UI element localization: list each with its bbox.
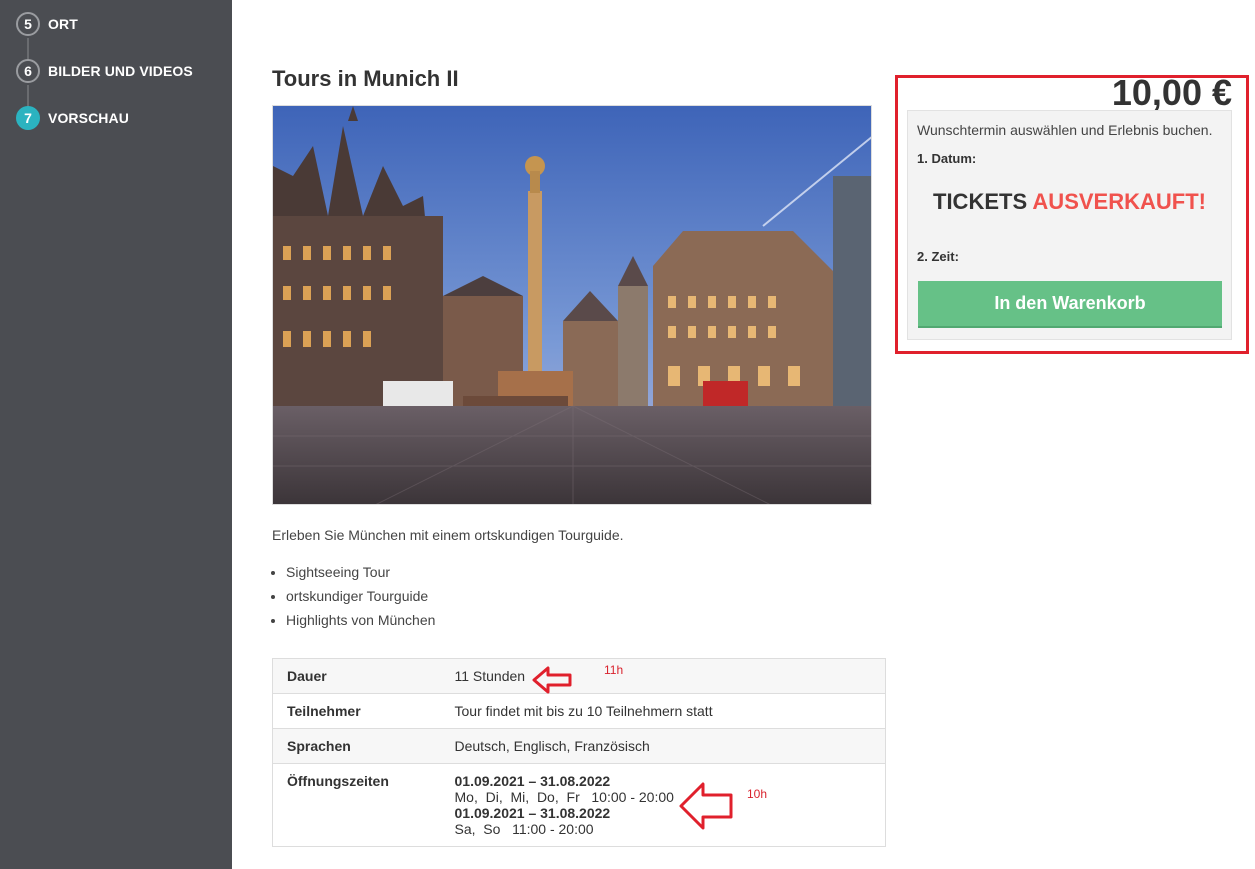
hours-days: Mo, Di, Mi, Do, Fr 10:00 - 20:00 [454,789,674,805]
list-item: ortskundiger Tourguide [286,587,435,611]
opening-hours-label: Öffnungszeiten [272,763,441,847]
annotation-arrow-icon [532,666,572,694]
hours-annotation: 10h [747,787,768,801]
booking-intro: Wunschtermin auswählen und Erlebnis buch… [917,122,1213,138]
languages-value: Deutsch, Englisch, Französisch [440,728,886,764]
table-row: Öffnungszeiten 01.09.2021 – 31.08.2022 M… [272,763,886,847]
soldout-prefix: TICKETS [933,189,1028,214]
step-connector [27,38,29,60]
table-row: Dauer 11 Stunden [272,658,886,694]
date-label: 1. Datum: [917,151,977,166]
sidebar-step-vorschau[interactable]: 7 VORSCHAU [16,106,129,130]
page-title: Tours in Munich II [272,66,459,91]
add-to-cart-button[interactable]: In den Warenkorb [918,281,1222,328]
tour-details-table: Dauer 11 Stunden Teilnehmer Tour findet … [272,658,886,847]
duration-annotation: 11h [604,663,624,677]
hours-days: Sa, So 11:00 - 20:00 [454,821,594,837]
time-label: 2. Zeit: [917,249,959,264]
price: 10,00 € [1111,72,1232,113]
list-item: Sightseeing Tour [286,563,435,587]
opening-hours-value: 01.09.2021 – 31.08.2022 Mo, Di, Mi, Do, … [440,763,886,847]
participants-label: Teilnehmer [272,693,441,729]
sidebar-step-bilder-und-videos[interactable]: 6 BILDER UND VIDEOS [16,59,193,83]
step-label: VORSCHAU [48,110,129,126]
soldout-highlight: AUSVERKAUFT! [1032,189,1206,214]
sidebar: 5 ORT 6 BILDER UND VIDEOS 7 VORSCHAU [0,0,232,869]
step-number: 5 [16,12,40,36]
sidebar-step-ort[interactable]: 5 ORT [16,12,78,36]
duration-label: Dauer [272,658,441,694]
table-row: Teilnehmer Tour findet mit bis zu 10 Tei… [272,693,886,729]
languages-label: Sprachen [272,728,441,764]
step-label: ORT [48,16,78,32]
highlights-list: Sightseeing Tour ortskundiger Tourguide … [286,563,435,635]
duration-value: 11 Stunden [440,658,886,694]
hero-image [272,105,872,505]
list-item: Highlights von München [286,611,435,635]
booking-panel: Wunschtermin auswählen und Erlebnis buch… [907,110,1232,340]
step-number: 7 [16,106,40,130]
table-row: Sprachen Deutsch, Englisch, Französisch [272,728,886,764]
hours-range: 01.09.2021 – 31.08.2022 [454,805,611,821]
step-number: 6 [16,59,40,83]
soldout-message: TICKETS AUSVERKAUFT! [908,189,1231,215]
participants-value: Tour findet mit bis zu 10 Teilnehmern st… [440,693,886,729]
hours-range: 01.09.2021 – 31.08.2022 [454,773,611,789]
step-connector [27,85,29,107]
tour-description: Erleben Sie München mit einem ortskundig… [272,527,624,543]
step-label: BILDER UND VIDEOS [48,63,193,79]
annotation-arrow-icon [679,782,733,830]
